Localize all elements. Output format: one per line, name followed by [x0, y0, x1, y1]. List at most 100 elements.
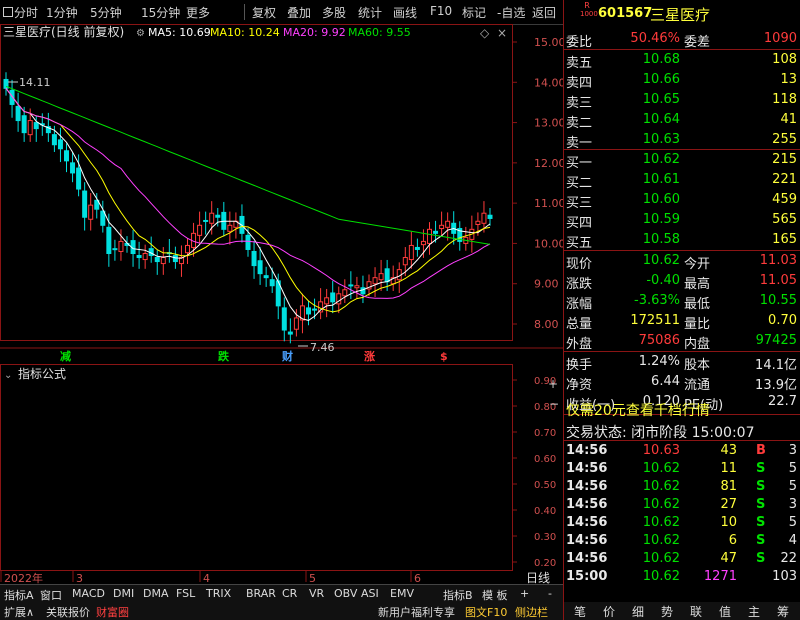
stat-value: 11.05	[759, 273, 797, 288]
buy-label: 买二	[566, 176, 593, 191]
indicator-tick-label: 0.70	[534, 428, 556, 439]
stock-name: 三星医疗	[650, 6, 711, 24]
tick-direction: B	[756, 443, 766, 458]
candle-body	[70, 162, 76, 174]
indicator-tab-13[interactable]: 指标B	[443, 587, 473, 603]
y-tick-label: 14.00	[534, 76, 563, 89]
tick-direction: S	[756, 497, 766, 512]
buy-level-4: 买四 10.59 565	[564, 211, 800, 231]
buy-label: 买三	[566, 196, 593, 211]
zoom-in-icon[interactable]: +	[548, 377, 558, 391]
candle-body	[372, 277, 378, 285]
indicator-tick-label: 0.20	[534, 558, 556, 569]
event-marker-2[interactable]: 财	[281, 349, 293, 363]
indicator-tab-12[interactable]: EMV	[390, 587, 414, 600]
tick-row-5: 14:56 10.62 6 S 4	[564, 532, 800, 552]
right-tab-1[interactable]: 价	[603, 603, 615, 620]
toolbar-item-12[interactable]: -自选	[497, 4, 525, 21]
indicator-tab-15[interactable]: +	[520, 587, 529, 600]
candle-body	[487, 214, 493, 219]
indicator-tab-4[interactable]: DMA	[143, 587, 169, 600]
indicator-tab-7[interactable]: BRAR	[246, 587, 276, 600]
indicator-tab-14[interactable]: 模 板	[482, 587, 508, 603]
right-tab-4[interactable]: 联	[690, 603, 702, 620]
sell-level-4: 卖四 10.66 13	[564, 71, 800, 91]
bottom-left-tab-2[interactable]: 财富圈	[96, 604, 129, 620]
candle-body	[287, 331, 293, 335]
buy-volume: 221	[772, 172, 797, 187]
sell-volume: 13	[780, 72, 797, 87]
right-tab-6[interactable]: 主	[748, 603, 760, 620]
collapse-chevron-icon[interactable]: ⌄	[4, 370, 12, 381]
bottom-left-tab-0[interactable]: 扩展∧	[4, 604, 34, 620]
close-icon[interactable]: ×	[497, 26, 507, 40]
right-tab-7[interactable]: 筹	[777, 603, 789, 620]
toolbar-item-8[interactable]: 统计	[358, 4, 382, 21]
indicator-tab-10[interactable]: OBV	[334, 587, 357, 600]
toolbar-item-11[interactable]: 标记	[462, 4, 486, 21]
indicator-tab-6[interactable]: TRIX	[206, 587, 231, 600]
candle-body	[281, 307, 287, 331]
right-tab-3[interactable]: 势	[661, 603, 673, 620]
indicator-tab-0[interactable]: 指标A	[4, 587, 34, 603]
toolbar-item-10[interactable]: F10	[430, 4, 452, 18]
fundamental-label: 换手	[566, 358, 593, 373]
candle-body	[33, 122, 39, 130]
tick-count: 5	[788, 461, 797, 476]
tick-time: 14:56	[566, 497, 608, 512]
tick-count: 5	[788, 515, 797, 530]
buy-price: 10.61	[642, 172, 680, 187]
period-label[interactable]: 日线	[526, 571, 550, 584]
y-tick-label: 8.00	[534, 318, 559, 331]
event-marker-4[interactable]: $	[440, 350, 448, 363]
toolbar-item-1[interactable]: 1分钟	[46, 4, 78, 21]
bottom-link-0[interactable]: 新用户福利专享	[378, 604, 455, 620]
promo-link[interactable]: 仅需20元查看千档行情	[566, 400, 710, 420]
event-marker-0[interactable]: 减	[60, 349, 71, 363]
right-tab-0[interactable]: 笔	[574, 603, 586, 620]
toolbar-item-0[interactable]: 分时	[14, 4, 38, 21]
bottom-link-1[interactable]: 图文F10	[465, 604, 507, 620]
indicator-tab-9[interactable]: VR	[309, 587, 324, 600]
toolbar-item-9[interactable]: 画线	[393, 4, 417, 21]
stat-value: -3.63%	[634, 293, 680, 308]
right-tab-5[interactable]: 值	[719, 603, 731, 620]
zoom-out-icon[interactable]: −	[549, 397, 559, 411]
sell-volume: 118	[772, 92, 797, 107]
indicator-tab-11[interactable]: ASI	[361, 587, 379, 600]
candle-body	[475, 220, 481, 225]
toolbar-item-4[interactable]: 更多	[186, 4, 210, 21]
event-marker-3[interactable]: 涨	[364, 349, 375, 363]
bottom-link-2[interactable]: 侧边栏	[515, 604, 548, 620]
buy-price: 10.60	[642, 192, 680, 207]
candle-body	[112, 248, 118, 251]
toolbar-item-13[interactable]: 返回	[532, 4, 556, 21]
toolbar-separator	[244, 4, 245, 20]
sell-level-2: 卖二 10.64 41	[564, 111, 800, 131]
indicator-tab-2[interactable]: MACD	[72, 587, 105, 600]
indicator-tab-1[interactable]: 窗口	[40, 587, 62, 603]
toolbar-item-7[interactable]: 多股	[322, 4, 346, 21]
candle-body	[433, 230, 439, 234]
kline-chart[interactable]: 15.00 14.00 13.00 12.00 11.00 10.00 9.00 8.00 0.…	[0, 24, 563, 584]
right-tab-2[interactable]: 细	[632, 603, 644, 620]
buy-volume: 165	[772, 232, 797, 247]
sell-label: 卖四	[566, 76, 593, 91]
diamond-icon[interactable]: ◇	[480, 26, 490, 40]
bottom-left-tab-1[interactable]: 关联报价	[46, 604, 90, 620]
indicator-tab-8[interactable]: CR	[282, 587, 297, 600]
indicator-tab-3[interactable]: DMI	[113, 587, 134, 600]
event-marker-1[interactable]: 跌	[218, 349, 230, 363]
window-toggle-icon[interactable]	[3, 7, 13, 17]
toolbar-item-5[interactable]: 复权	[252, 4, 276, 21]
tick-volume: 6	[728, 533, 737, 548]
indicator-tab-5[interactable]: FSL	[176, 587, 195, 600]
x-axis-label: 5	[309, 572, 316, 584]
toolbar-item-3[interactable]: 15分钟	[141, 4, 180, 21]
fundamental-label: 股本	[684, 358, 711, 373]
indicator-tab-16[interactable]: -	[548, 587, 552, 600]
toolbar-item-2[interactable]: 5分钟	[90, 4, 122, 21]
settings-gear-icon[interactable]: ⚙	[136, 28, 145, 39]
stat-label: 外盘	[566, 337, 593, 352]
toolbar-item-6[interactable]: 叠加	[287, 4, 311, 21]
